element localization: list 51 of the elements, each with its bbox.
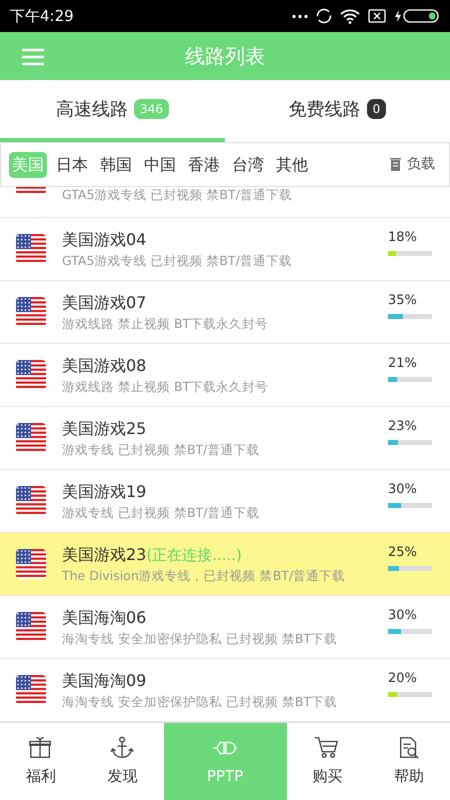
load-percent: 18% <box>388 229 418 247</box>
us-flag-icon <box>16 549 46 579</box>
us-flag-icon <box>16 612 46 642</box>
count-badge: 346 <box>134 99 169 119</box>
us-flag-icon <box>16 360 46 390</box>
us-flag-icon <box>16 423 46 453</box>
server-description: The Division游戏专线，已封视频 禁BT/普通下载 <box>62 566 346 585</box>
server-description: GTA5游戏专线 已封视频 禁BT/普通下载 <box>62 252 292 270</box>
no-sim-icon <box>368 9 386 23</box>
us-flag-icon <box>16 234 46 264</box>
server-name: 美国游戏08 <box>62 354 148 377</box>
load-percent: 20% <box>388 670 418 688</box>
load-percent: 30% <box>388 481 418 499</box>
load-percent: 25% <box>388 544 418 562</box>
region-tab[interactable]: 中国 <box>141 152 179 178</box>
server-name: 美国游戏25 <box>62 418 148 440</box>
server-description: 游戏专线 已封视频 禁BT/普通下载 <box>62 504 260 522</box>
load-percent: 23% <box>388 418 418 436</box>
server-name: 美国海淘06 <box>62 606 148 629</box>
sync-icon <box>316 8 332 24</box>
battery-icon <box>394 9 440 23</box>
region-tab[interactable]: 香港 <box>185 152 223 178</box>
server-name: 美国游戏04 <box>62 228 148 251</box>
region-tab[interactable]: 韩国 <box>97 152 135 178</box>
server-description: 海淘专线 安全加密保护隐私 已封视频 禁BT下载 <box>62 630 338 648</box>
load-percent: 21% <box>388 355 418 373</box>
sort-button[interactable]: 负载 <box>384 154 441 175</box>
more-icon <box>292 14 308 18</box>
server-description: 海淘专线 安全加密保护隐私 已封视频 禁BT下载 <box>62 692 338 711</box>
load-percent: 35% <box>388 292 418 310</box>
server-name: 美国游戏07 <box>62 292 148 314</box>
server-description: GTA5游戏专线 已封视频 禁BT/普通下载 <box>62 187 292 204</box>
server-description: 游戏专线 已封视频 禁BT/普通下载 <box>62 440 260 459</box>
server-name: 美国游戏19 <box>62 480 148 503</box>
server-description: 游戏线路 禁止视频 BT下载永久封号 <box>62 314 268 333</box>
region-tab[interactable]: 其他 <box>273 152 311 178</box>
server-row[interactable]: 美国游戏23(正在连接.....) The Division游戏专线，已封视频 禁BT/普通下载 25% <box>0 533 450 596</box>
bin-icon <box>390 158 401 171</box>
page-title: 线路列表 <box>185 43 265 70</box>
region-tab[interactable]: 台湾 <box>229 152 267 178</box>
count-badge: 0 <box>366 99 386 119</box>
server-name: 美国海淘09 <box>62 670 148 692</box>
server-description: 游戏线路 禁止视频 BT下载永久封号 <box>62 378 268 396</box>
region-tab[interactable]: 日本 <box>53 152 91 178</box>
us-flag-icon <box>16 486 46 516</box>
us-flag-icon <box>16 297 46 327</box>
server-name: 美国游戏23(正在连接.....) <box>62 544 243 566</box>
status-time: 下午4:29 <box>10 6 74 27</box>
load-percent: 30% <box>388 607 418 625</box>
us-flag-icon <box>16 675 46 705</box>
wifi-icon <box>340 8 360 24</box>
